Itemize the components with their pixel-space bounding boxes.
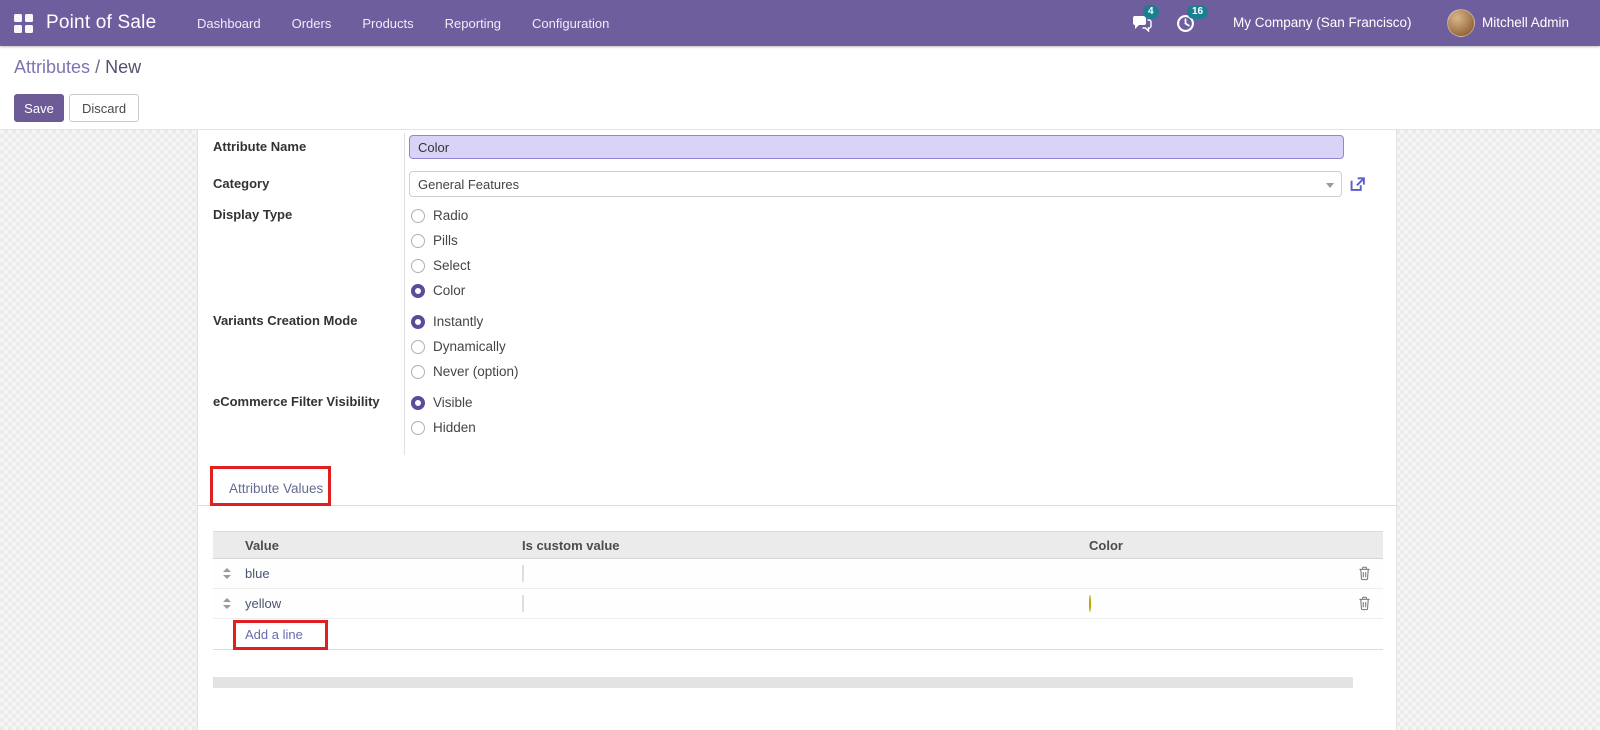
delete-row-button[interactable] (1358, 566, 1371, 581)
navbar-menus: Dashboard Orders Products Reporting Conf… (197, 0, 609, 46)
grid-cell (14, 14, 22, 22)
radio-icon-selected[interactable] (411, 283, 425, 298)
radio-option-hidden[interactable]: Hidden (411, 415, 476, 440)
radio-option-label: Instantly (433, 314, 484, 329)
breadcrumb: Attributes / New (14, 57, 141, 78)
variants-mode-label: Variants Creation Mode (213, 313, 358, 328)
radio-icon[interactable] (411, 364, 425, 379)
radio-option-pills[interactable]: Pills (411, 228, 471, 253)
radio-option-visible[interactable]: Visible (411, 390, 476, 415)
trash-icon (1359, 566, 1370, 581)
radio-icon[interactable] (411, 339, 425, 354)
attribute-name-label: Attribute Name (213, 139, 307, 154)
breadcrumb-separator: / (95, 57, 101, 77)
menu-orders[interactable]: Orders (292, 16, 332, 31)
discard-button[interactable]: Discard (69, 94, 140, 122)
radio-option-label: Color (433, 283, 466, 298)
variants-mode-radio-group: Instantly Dynamically Never (option) (411, 309, 519, 384)
top-navbar: Point of Sale Dashboard Orders Products … (0, 0, 1600, 46)
grid-cell (25, 25, 33, 33)
app-title[interactable]: Point of Sale (46, 0, 156, 46)
menu-dashboard[interactable]: Dashboard (197, 16, 261, 31)
table-row[interactable]: blue (213, 559, 1383, 589)
radio-option-select[interactable]: Select (411, 253, 471, 278)
odoo-window: Point of Sale Dashboard Orders Products … (0, 0, 1600, 730)
radio-option-radio[interactable]: Radio (411, 203, 471, 228)
breadcrumb-attributes[interactable]: Attributes (14, 57, 90, 77)
radio-option-dynamically[interactable]: Dynamically (411, 334, 519, 359)
attribute-values-table: Value Is custom value Color blue yellow … (213, 531, 1383, 650)
display-type-radio-group: Radio Pills Select Color (411, 203, 471, 303)
value-cell[interactable]: yellow (241, 596, 518, 611)
radio-option-label: Dynamically (433, 339, 506, 354)
apps-grid-icon[interactable] (14, 14, 33, 33)
radio-option-color[interactable]: Color (411, 278, 471, 303)
color-column-header[interactable]: Color (1083, 538, 1346, 553)
attribute-name-input[interactable] (409, 135, 1344, 159)
trash-icon (1359, 596, 1370, 611)
form-sheet: Attribute Name Category Display Type Rad… (197, 130, 1398, 730)
value-cell[interactable]: blue (241, 566, 518, 581)
radio-option-instantly[interactable]: Instantly (411, 309, 519, 334)
category-label: Category (213, 176, 270, 191)
radio-icon-selected[interactable] (411, 395, 425, 410)
radio-icon[interactable] (411, 233, 425, 248)
radio-icon[interactable] (411, 258, 425, 273)
radio-icon[interactable] (411, 208, 425, 223)
value-column-header[interactable]: Value (241, 538, 518, 553)
is-custom-checkbox[interactable] (522, 565, 524, 582)
radio-option-label: Visible (433, 395, 473, 410)
external-link-icon[interactable] (1348, 175, 1367, 194)
caret-down-icon[interactable] (1326, 183, 1334, 188)
tabs-divider (198, 505, 1398, 506)
breadcrumb-new: New (105, 57, 142, 77)
menu-configuration[interactable]: Configuration (532, 16, 609, 31)
content-area: Attribute Name Category Display Type Rad… (0, 130, 1600, 730)
add-line-row: Add a line (213, 619, 1383, 650)
radio-option-label: Radio (433, 208, 469, 223)
bottom-placeholder-bar (213, 677, 1353, 688)
activities-button[interactable]: 16 (1176, 0, 1209, 46)
display-type-label: Display Type (213, 207, 293, 222)
category-input[interactable] (409, 171, 1342, 197)
ecommerce-visibility-radio-group: Visible Hidden (411, 390, 476, 440)
table-header-row: Value Is custom value Color (213, 531, 1383, 559)
radio-option-label: Pills (433, 233, 458, 248)
menu-reporting[interactable]: Reporting (445, 16, 501, 31)
activities-badge: 16 (1187, 5, 1209, 19)
radio-option-label: Never (option) (433, 364, 519, 379)
messages-button[interactable]: 4 (1132, 0, 1159, 46)
ecommerce-visibility-label: eCommerce Filter Visibility (213, 394, 380, 409)
is-custom-column-header[interactable]: Is custom value (518, 538, 1083, 553)
tab-attribute-values[interactable]: Attribute Values (229, 481, 323, 496)
messages-badge: 4 (1143, 5, 1159, 19)
radio-icon[interactable] (411, 420, 425, 435)
save-button[interactable]: Save (14, 94, 64, 122)
add-a-line-link[interactable]: Add a line (245, 627, 303, 642)
menu-products[interactable]: Products (362, 16, 413, 31)
color-swatch[interactable] (1089, 595, 1091, 612)
radio-option-never[interactable]: Never (option) (411, 359, 519, 384)
grid-cell (14, 25, 22, 33)
radio-option-label: Select (433, 258, 471, 273)
drag-handle-icon[interactable] (223, 598, 231, 609)
drag-handle-icon[interactable] (223, 568, 231, 579)
user-avatar[interactable] (1447, 9, 1475, 37)
label-field-divider (404, 133, 405, 455)
radio-icon-selected[interactable] (411, 314, 425, 329)
control-panel: Attributes / New Save Discard (0, 46, 1600, 130)
grid-cell (25, 14, 33, 22)
user-menu[interactable]: Mitchell Admin (1482, 0, 1569, 46)
is-custom-checkbox[interactable] (522, 595, 524, 612)
table-row[interactable]: yellow (213, 589, 1383, 619)
company-switcher[interactable]: My Company (San Francisco) (1233, 0, 1412, 46)
radio-option-label: Hidden (433, 420, 476, 435)
delete-row-button[interactable] (1358, 596, 1371, 611)
